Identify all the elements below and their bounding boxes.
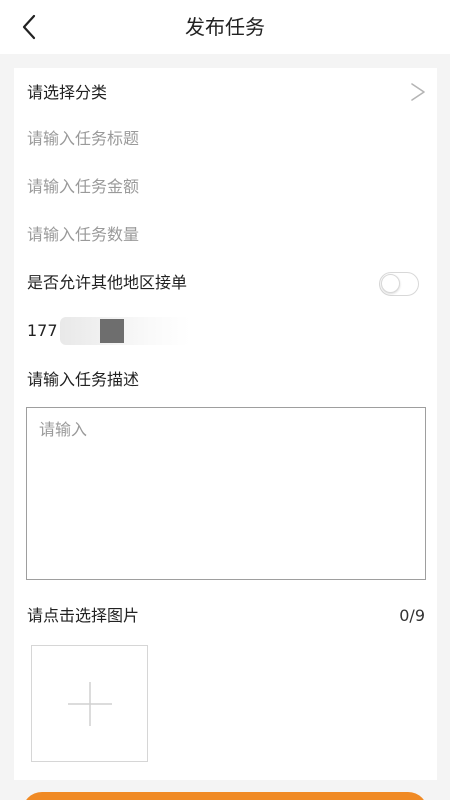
task-quantity-input[interactable]: 请输入任务数量	[27, 223, 139, 247]
phone-redaction-mask	[59, 317, 190, 345]
task-title-input[interactable]: 请输入任务标题	[27, 127, 139, 151]
page-title: 发布任务	[185, 15, 265, 39]
back-button[interactable]	[14, 12, 44, 42]
images-count: 0/9	[399, 606, 425, 625]
task-amount-input[interactable]: 请输入任务金额	[27, 175, 139, 199]
images-label: 请点击选择图片	[27, 606, 140, 625]
allow-other-regions-label: 是否允许其他地区接单	[27, 273, 188, 292]
description-label: 请输入任务描述	[27, 370, 140, 389]
allow-other-regions-toggle[interactable]	[379, 272, 419, 296]
plus-icon	[67, 681, 112, 726]
submit-button[interactable]	[22, 792, 428, 800]
chevron-right-icon[interactable]	[409, 82, 427, 102]
header-bar: 发布任务	[0, 0, 450, 54]
toggle-knob	[381, 274, 400, 293]
phone-prefix: 177	[27, 321, 58, 340]
chevron-left-icon	[22, 14, 36, 40]
task-form: 请选择分类 请输入任务标题 请输入任务金额 请输入任务数量 是否允许其他地区接单…	[14, 68, 437, 780]
category-selector-label[interactable]: 请选择分类	[27, 81, 107, 105]
add-image-button[interactable]	[31, 645, 148, 762]
redaction-block	[99, 319, 124, 343]
description-textarea[interactable]	[26, 407, 426, 580]
phone-field[interactable]: 177	[27, 317, 190, 345]
